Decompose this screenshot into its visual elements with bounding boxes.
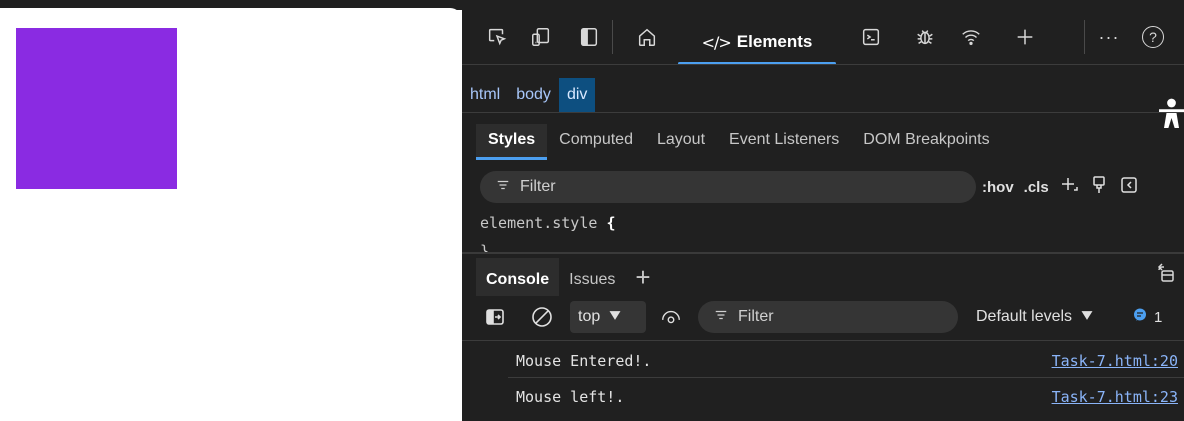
console-message: Mouse left!. Task-7.html:23 (462, 380, 1184, 412)
breadcrumb-html[interactable]: html (462, 78, 508, 112)
tab-dom-breakpoints[interactable]: DOM Breakpoints (851, 124, 1001, 160)
console-message-text: Mouse left!. (516, 388, 625, 406)
live-expression-eye-icon[interactable] (660, 307, 682, 334)
tab-console[interactable]: Console (476, 258, 560, 296)
rule-open-brace: { (606, 214, 616, 232)
drawer-splitter[interactable] (462, 252, 1184, 254)
console-sidebar-icon[interactable] (484, 306, 506, 333)
chevron-down-icon (608, 308, 622, 326)
tab-elements[interactable]: </> Elements (678, 20, 836, 65)
message-bubble-icon (1132, 307, 1148, 327)
context-value: top (578, 308, 601, 325)
console-message-text: Mouse Entered!. (516, 352, 652, 370)
paint-brush-icon[interactable] (1089, 175, 1109, 199)
element-style-rule[interactable]: element.style { (480, 214, 615, 232)
tab-issues[interactable]: Issues (559, 258, 625, 296)
chevron-down-icon (1080, 308, 1094, 326)
tab-elements-label: Elements (736, 32, 813, 51)
console-toolbar: top Filter Default levels 1 (462, 300, 1184, 336)
dock-side-icon[interactable] (576, 24, 602, 50)
inspect-element-icon[interactable] (484, 24, 510, 50)
styles-filter-input[interactable]: Filter (480, 171, 976, 203)
rule-close-brace: } (480, 242, 490, 252)
clear-console-icon[interactable] (530, 305, 554, 334)
console-message: Mouse Entered!. Task-7.html:20 (462, 344, 1184, 376)
tab-styles[interactable]: Styles (476, 124, 548, 160)
issues-counter[interactable]: 1 (1132, 301, 1162, 333)
tab-computed[interactable]: Computed (547, 124, 645, 160)
rule-selector: element.style (480, 214, 598, 232)
breadcrumb-div[interactable]: div (558, 78, 596, 112)
context-selector[interactable]: top (570, 301, 646, 333)
divider (508, 377, 1184, 378)
drawer-tabs: Console Issues + (476, 258, 651, 296)
log-levels-dropdown[interactable]: Default levels (976, 301, 1094, 333)
code-brackets-icon: </> (701, 32, 732, 52)
console-source-link[interactable]: Task-7.html:23 (1052, 388, 1178, 406)
styles-subtabs: Styles Computed Layout Event Listeners D… (476, 124, 1002, 160)
purple-div-box[interactable] (16, 28, 177, 189)
divider (462, 112, 1184, 113)
accessibility-icon[interactable] (1154, 94, 1184, 132)
tab-event-listeners[interactable]: Event Listeners (717, 124, 851, 160)
hover-state-toggle[interactable]: :hov (982, 179, 1014, 196)
log-levels-label: Default levels (976, 308, 1073, 325)
bug-icon[interactable] (912, 24, 938, 50)
filter-icon (714, 308, 728, 327)
console-tab-icon[interactable] (858, 24, 884, 50)
toggle-sidebar-icon[interactable] (1119, 175, 1139, 199)
add-drawer-tab-icon[interactable]: + (635, 258, 650, 296)
filter-icon (496, 178, 510, 197)
console-source-link[interactable]: Task-7.html:20 (1052, 352, 1178, 370)
home-icon[interactable] (634, 24, 660, 50)
breadcrumb-body[interactable]: body (508, 78, 559, 112)
devtools-panel: </> Elements ··· ? html body div Styles … (462, 0, 1184, 421)
more-options-icon[interactable]: ··· (1096, 24, 1122, 50)
device-emulation-icon[interactable] (528, 24, 554, 50)
toolbar-separator (612, 20, 613, 54)
undock-drawer-icon[interactable] (1154, 262, 1176, 289)
page-viewport (0, 8, 462, 421)
tab-layout[interactable]: Layout (645, 124, 717, 160)
console-filter-input[interactable]: Filter (698, 301, 958, 333)
class-toggle[interactable]: .cls (1024, 179, 1049, 196)
issues-count: 1 (1154, 308, 1163, 326)
divider (462, 64, 1184, 65)
console-filter-placeholder: Filter (738, 308, 774, 325)
toolbar-separator (1084, 20, 1085, 54)
divider (462, 340, 1184, 341)
dom-breadcrumb: html body div (462, 78, 596, 112)
network-wifi-icon[interactable] (958, 24, 984, 50)
styles-filter-placeholder: Filter (520, 178, 556, 195)
help-icon[interactable]: ? (1142, 26, 1164, 48)
styles-toolbar-actions: :hov .cls (982, 171, 1139, 203)
devtools-toolbar: </> Elements ··· ? (462, 12, 1184, 65)
new-style-rule-icon[interactable] (1059, 175, 1079, 199)
add-tool-plus-icon[interactable] (1012, 24, 1038, 50)
